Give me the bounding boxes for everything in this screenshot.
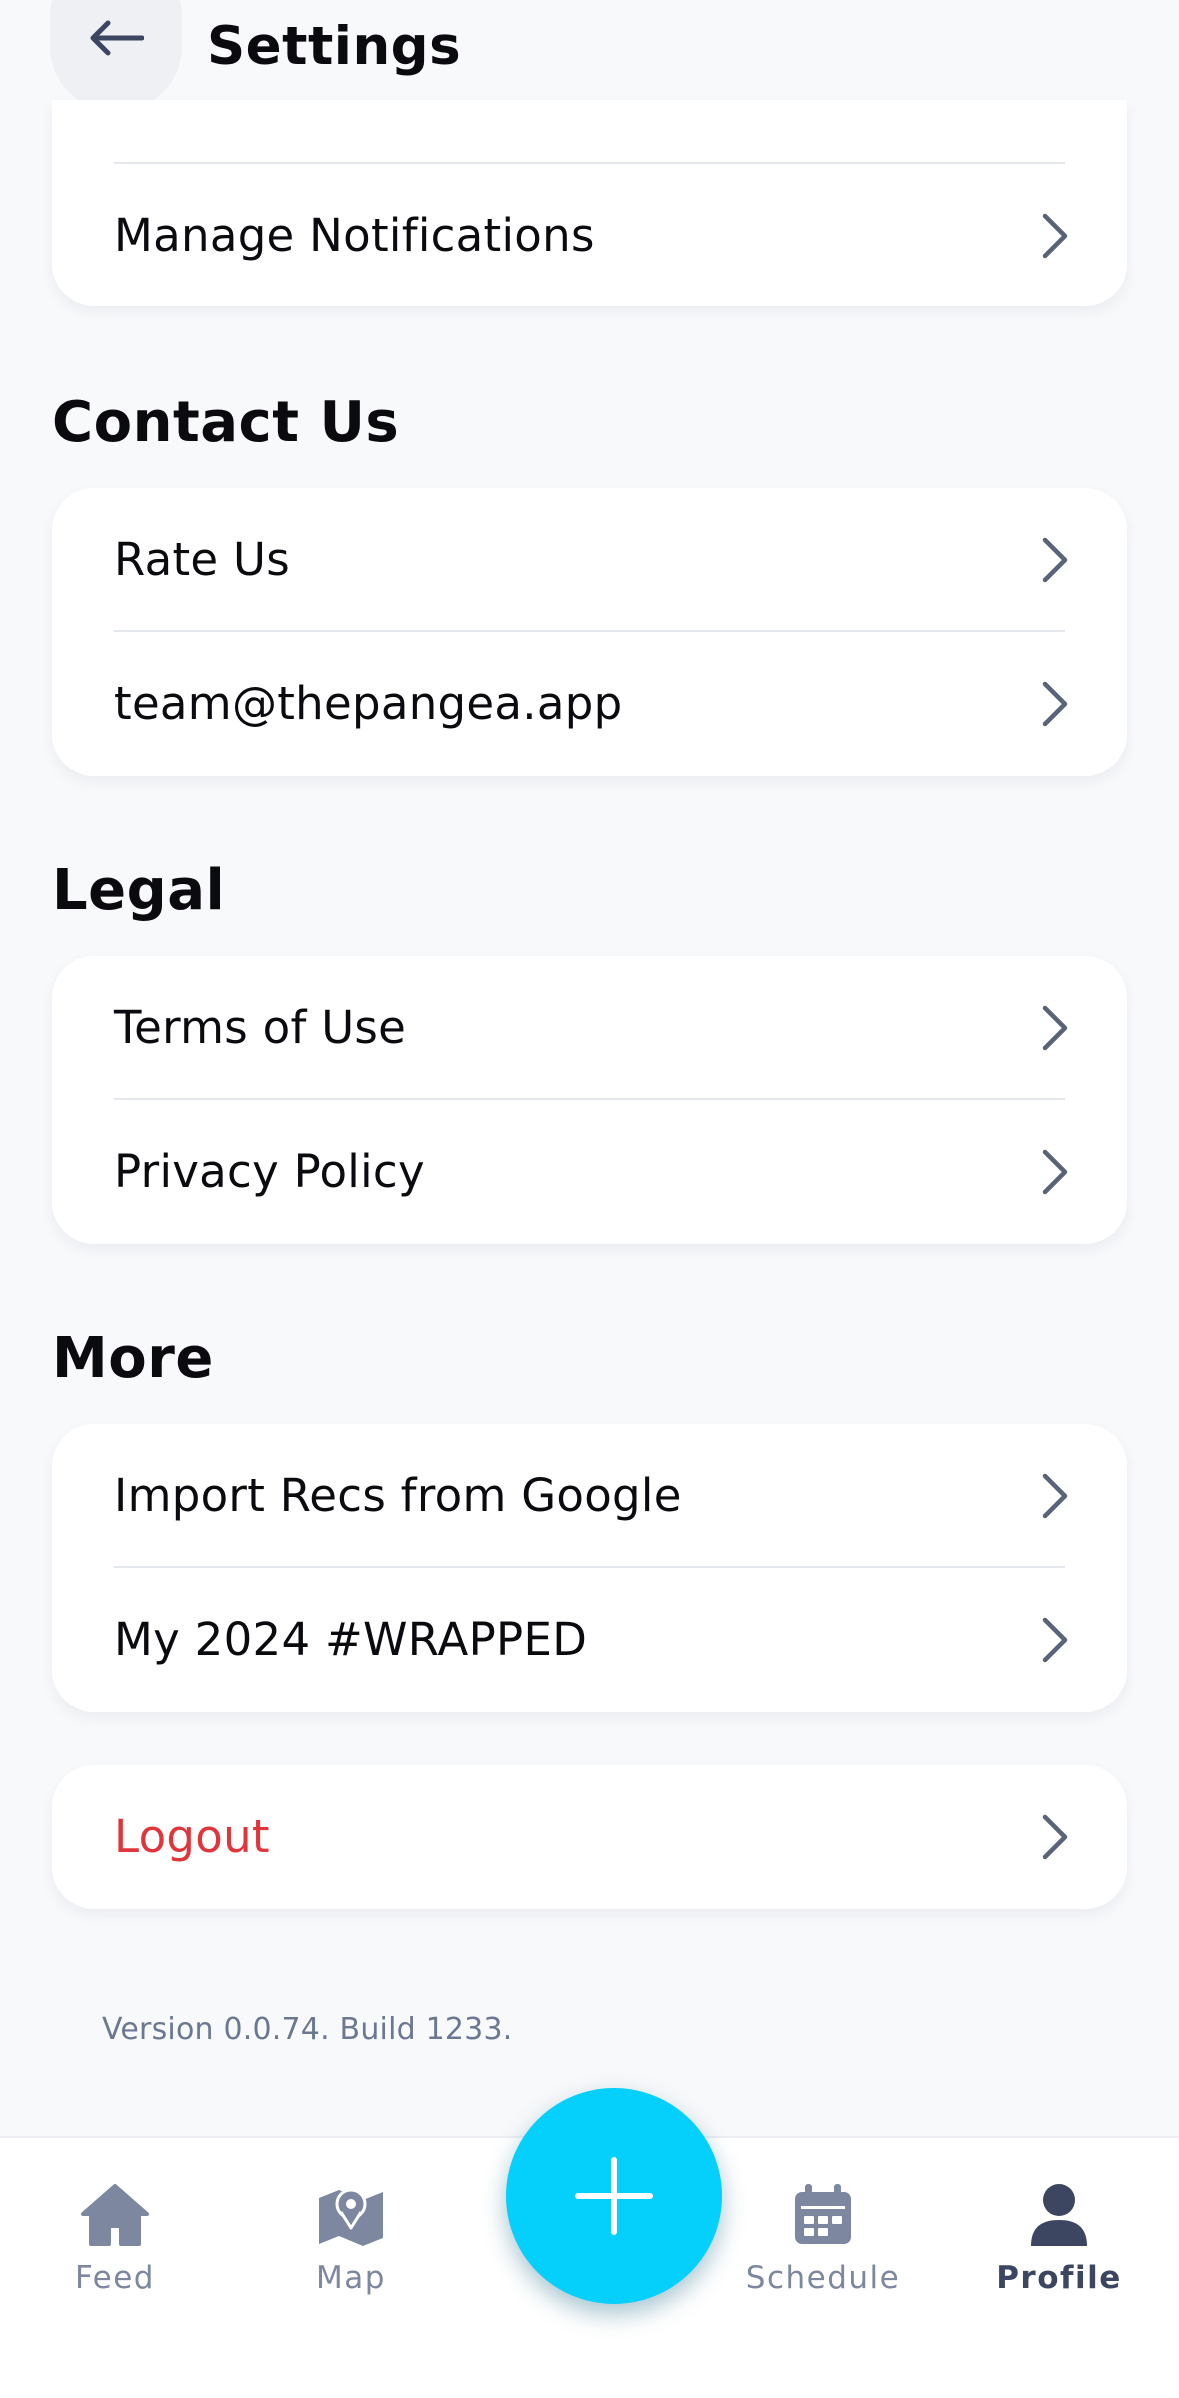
import-recs-item[interactable]: Import Recs from Google <box>52 1424 1127 1568</box>
notifications-card: Manage Notifications <box>52 100 1127 306</box>
contact-card: Rate Us team@thepangea.app <box>52 488 1127 776</box>
add-button[interactable] <box>506 2088 722 2304</box>
legal-section-title: Legal <box>52 858 226 923</box>
tab-profile-label: Profile <box>996 2260 1122 2296</box>
tab-feed-label: Feed <box>75 2260 155 2296</box>
tab-schedule-label: Schedule <box>745 2260 901 2296</box>
back-button[interactable] <box>50 0 182 112</box>
logout-button[interactable]: Logout <box>52 1765 1127 1909</box>
map-icon <box>319 2188 383 2246</box>
manage-notifications-label: Manage Notifications <box>114 209 595 262</box>
logout-label: Logout <box>114 1810 270 1863</box>
more-section-title: More <box>52 1326 214 1391</box>
terms-of-use-label: Terms of Use <box>114 1001 407 1054</box>
tab-map-label: Map <box>316 2260 386 2296</box>
home-icon <box>81 2184 149 2246</box>
legal-card: Terms of Use Privacy Policy <box>52 956 1127 1244</box>
page-title: Settings <box>207 16 462 77</box>
contact-section-title: Contact Us <box>52 390 400 455</box>
logout-card: Logout <box>52 1765 1127 1909</box>
calendar-icon <box>795 2184 851 2244</box>
tab-profile[interactable]: Profile <box>969 2182 1149 2296</box>
rate-us-label: Rate Us <box>114 533 290 586</box>
chevron-right-icon <box>1042 1149 1068 1195</box>
rate-us-item[interactable]: Rate Us <box>52 488 1127 632</box>
wrapped-item[interactable]: My 2024 #WRAPPED <box>52 1568 1127 1712</box>
chevron-right-icon <box>1042 537 1068 583</box>
chevron-right-icon <box>1042 1814 1068 1860</box>
chevron-right-icon <box>1042 1005 1068 1051</box>
terms-of-use-item[interactable]: Terms of Use <box>52 956 1127 1100</box>
plus-icon <box>575 2157 653 2235</box>
privacy-policy-item[interactable]: Privacy Policy <box>52 1100 1127 1244</box>
tab-feed[interactable]: Feed <box>25 2182 205 2296</box>
person-icon <box>1031 2184 1087 2246</box>
wrapped-label: My 2024 #WRAPPED <box>114 1613 588 1666</box>
email-label: team@thepangea.app <box>114 677 623 730</box>
privacy-policy-label: Privacy Policy <box>114 1145 425 1198</box>
email-item[interactable]: team@thepangea.app <box>52 632 1127 776</box>
tab-map[interactable]: Map <box>261 2182 441 2296</box>
manage-notifications-item[interactable]: Manage Notifications <box>52 164 1127 306</box>
chevron-right-icon <box>1042 213 1068 259</box>
more-card: Import Recs from Google My 2024 #WRAPPED <box>52 1424 1127 1712</box>
arrow-left-icon <box>90 20 144 56</box>
tab-schedule[interactable]: Schedule <box>733 2182 913 2296</box>
chevron-right-icon <box>1042 1617 1068 1663</box>
chevron-right-icon <box>1042 681 1068 727</box>
version-text: Version 0.0.74. Build 1233. <box>102 2012 513 2047</box>
import-recs-label: Import Recs from Google <box>114 1469 682 1522</box>
chevron-right-icon <box>1042 1473 1068 1519</box>
